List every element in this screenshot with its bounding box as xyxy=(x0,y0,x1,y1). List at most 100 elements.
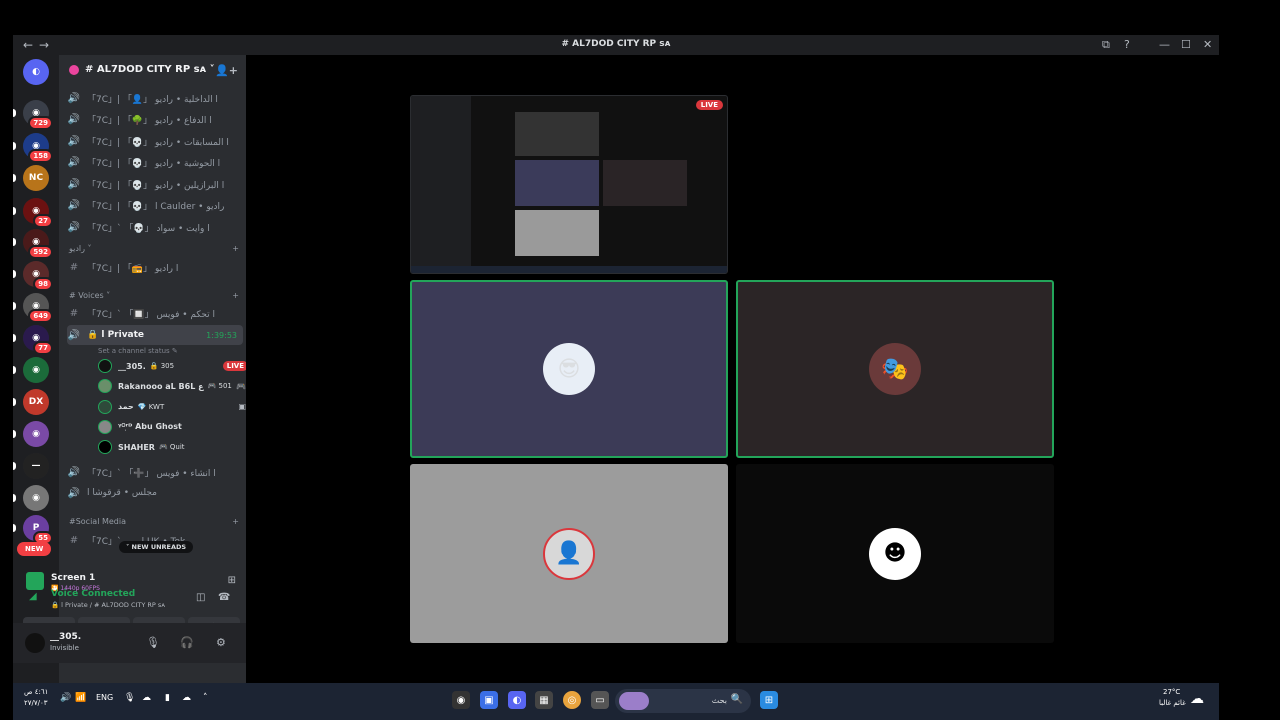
add-channel-icon[interactable]: + xyxy=(232,244,239,253)
server-icon[interactable]: NC xyxy=(13,165,49,191)
weather-cloud-icon[interactable]: ☁ xyxy=(1190,691,1204,707)
server-icon[interactable]: ◉ 98 xyxy=(13,261,53,291)
voice-user[interactable]: حمد 💎 KWT ▣ xyxy=(98,398,248,416)
chevron-up-icon[interactable]: ˄ xyxy=(203,693,208,703)
voice-connected-label[interactable]: Voice Connected xyxy=(51,589,135,599)
add-channel-icon[interactable]: + xyxy=(232,291,239,300)
discord-taskbar-icon[interactable]: ◐ xyxy=(508,691,526,709)
channel-private[interactable]: 🔊 🔒 ا Private 1:39:53 xyxy=(67,325,243,345)
user-tag: 💎 KWT xyxy=(137,402,165,411)
voice-channel[interactable]: 🔊 「7C」| 「💀」 ا الحوشية • راديو xyxy=(67,153,243,173)
avatar: 🎭 xyxy=(869,343,921,395)
category-radio[interactable]: راديو ˅ + xyxy=(69,244,239,253)
shared-screen-sidebar xyxy=(411,96,471,273)
server-icon[interactable]: — xyxy=(13,453,49,479)
language-indicator[interactable]: ENG xyxy=(96,693,113,702)
server-icon[interactable]: ◉ xyxy=(13,357,49,383)
voice-user[interactable]: SHAHER 🎮 Quit xyxy=(98,438,248,456)
set-channel-status[interactable]: Set a channel status ✎ xyxy=(98,347,178,355)
participant-tile-abu-ghost[interactable]: 👤 xyxy=(410,464,728,643)
avatar[interactable] xyxy=(25,633,45,653)
minimize-button[interactable]: — xyxy=(1159,38,1170,51)
avatar: 😎 xyxy=(543,343,595,395)
discord-icon[interactable]: ◐ xyxy=(23,59,49,85)
avatar xyxy=(98,399,112,414)
guild-name: # AL7DOD CITY RP ꜱᴀ ˅ xyxy=(85,64,215,75)
inbox-icon[interactable]: ⧉ xyxy=(1102,38,1110,52)
invite-icon[interactable]: 👤+ xyxy=(215,64,238,77)
channel-create-voice[interactable]: 🔊 「7C」ˋ 「➕」 ا انشاء • فويس xyxy=(67,462,243,482)
microphone-icon[interactable]: 🎙 xyxy=(146,636,160,649)
voice-channel[interactable]: 🔊 「7C」| 「👤」 ا الداخلية • راديو xyxy=(67,88,243,108)
disconnect-icon[interactable]: ☎ xyxy=(218,592,230,603)
voice-channel[interactable]: 🔊 「7C」| 「🌳」 ا الدفاع • راديو xyxy=(67,110,243,130)
shared-screen-taskbar xyxy=(411,266,727,273)
participant-tile-rakan[interactable]: 😎 xyxy=(410,280,728,458)
speaker-icon: 🔊 xyxy=(67,157,81,168)
store-icon[interactable]: ▦ xyxy=(535,691,553,709)
battery-icon[interactable]: ▮ xyxy=(165,693,170,703)
app-icon-1[interactable]: ◉ xyxy=(452,691,470,709)
server-icon[interactable]: ◉ xyxy=(13,421,49,447)
participant-tile-shaher[interactable]: ☻ xyxy=(736,464,1054,643)
close-button[interactable]: ✕ xyxy=(1203,38,1212,51)
server-icon[interactable]: ◉ 158 xyxy=(13,133,53,163)
server-icon[interactable]: ◉ xyxy=(13,485,49,511)
signal-icon[interactable]: ◢ xyxy=(29,591,37,602)
user-tag: 🎮 Quit xyxy=(158,443,185,452)
volume-icon[interactable]: 🔊 xyxy=(60,693,71,703)
windows-start-icon[interactable]: ⊞ xyxy=(760,691,778,709)
server-icon[interactable]: ◉ 729 xyxy=(13,100,53,130)
server-icon[interactable]: P 55 xyxy=(13,515,53,545)
clock-time[interactable]: ٤:٦١ ص xyxy=(24,688,48,696)
voice-channel[interactable]: 🔊 「7C」| 「💀」 ا المسابقات • راديو xyxy=(67,131,243,151)
unread-pill xyxy=(13,270,16,278)
weather-label[interactable]: غائم غالبا xyxy=(1159,699,1186,707)
chrome-icon[interactable]: ◎ xyxy=(563,691,581,709)
server-icon[interactable]: ◉ 649 xyxy=(13,293,53,323)
noise-suppression-icon[interactable]: ◫ xyxy=(196,592,205,603)
text-channel-icon: # xyxy=(69,534,79,546)
server-avatar: — xyxy=(23,453,49,479)
clock-date[interactable]: ٢٧/٧/٠٣ xyxy=(24,699,48,707)
server-icon[interactable]: ◉ 27 xyxy=(13,198,53,228)
voice-channel[interactable]: 🔊 「7C」| 「💀」 ا البرازيلين • راديو xyxy=(67,174,243,194)
guild-header[interactable]: # AL7DOD CITY RP ꜱᴀ ˅ 👤+ xyxy=(59,55,246,85)
windows-taskbar: ٤:٦١ ص ٢٧/٧/٠٣ 🔊 📶 ENG 🎙 ☁ ▮ ☁ ˄ ◉ ▣ ◐ ▦… xyxy=(13,683,1219,720)
mic-tray-icon[interactable]: 🎙 xyxy=(124,693,135,703)
headset-icon[interactable]: 🎧 xyxy=(180,636,194,649)
server-icon[interactable]: ◉ 592 xyxy=(13,229,53,259)
voice-user[interactable]: ᵞᴼ᷂ʳᴰ Abu Ghost xyxy=(98,418,248,436)
weather-temp[interactable]: 27°C xyxy=(1163,688,1180,696)
live-badge[interactable]: LIVE xyxy=(222,361,248,371)
channel-majlis[interactable]: 🔊 مجلس • قرقوشا ا xyxy=(67,483,243,503)
settings-gear-icon[interactable]: ⚙ xyxy=(216,636,226,649)
server-icon[interactable]: DX xyxy=(13,389,49,415)
category-social[interactable]: #Social Media + xyxy=(69,517,239,526)
channel-radio[interactable]: # 「7C」| 「📻」 ا راديو xyxy=(67,257,243,277)
server-icon[interactable]: ◉ 77 xyxy=(13,325,53,355)
new-unreads-pill[interactable]: NEW xyxy=(17,542,52,556)
voice-user[interactable]: Rakanooo aL B6L ع 🎮 501 🎮 xyxy=(98,377,248,395)
taskbar-search[interactable]: بحث 🔍 xyxy=(615,689,751,713)
onedrive-icon[interactable]: ☁ xyxy=(182,693,191,703)
unread-pill xyxy=(13,207,16,215)
add-channel-icon[interactable]: + xyxy=(232,517,239,526)
participant-tile-hamad[interactable]: 🎭 xyxy=(736,280,1054,458)
channel-voice-control[interactable]: # 「7C」ˋ 「🔲」 ا تحكم • فويس xyxy=(67,303,243,323)
voice-user[interactable]: __305. 🔒 305 LIVE xyxy=(98,357,248,375)
wifi-icon[interactable]: 📶 xyxy=(75,693,86,703)
new-unreads-button[interactable]: ˅ NEW UNREADS xyxy=(119,541,194,553)
network-tray-icon[interactable]: ☁ xyxy=(142,693,151,703)
voice-channel[interactable]: 🔊 「7C」| 「💀」 ا Caulder • راديو xyxy=(67,196,243,216)
help-icon[interactable]: ? xyxy=(1124,38,1130,51)
screen-share-tile[interactable]: LIVE xyxy=(410,95,728,274)
explorer-icon[interactable]: ▭ xyxy=(591,691,609,709)
maximize-button[interactable]: ☐ xyxy=(1181,38,1191,51)
voice-channel-path[interactable]: 🔒 ا Private / # AL7DOD CITY RP ꜱᴀ xyxy=(51,601,165,609)
app-icon-2[interactable]: ▣ xyxy=(480,691,498,709)
username[interactable]: __305. xyxy=(50,632,81,642)
voice-channel[interactable]: 🔊 「7C」ˋ 「💀」 ا وايت • سواد xyxy=(67,217,243,237)
unread-pill xyxy=(13,462,16,470)
category-voices[interactable]: # Voices ˅ + xyxy=(69,291,239,300)
